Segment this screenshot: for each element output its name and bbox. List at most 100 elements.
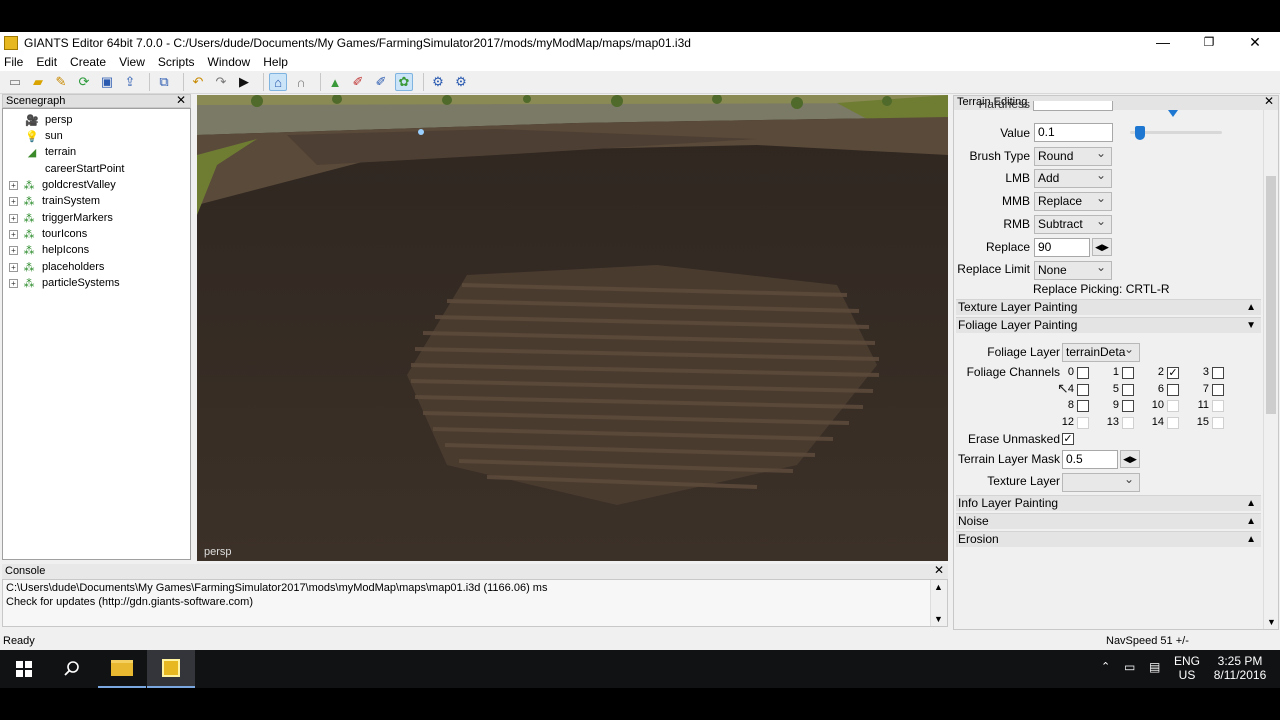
undo-icon[interactable]: ↶ — [189, 73, 207, 91]
foliage-channel-checkbox[interactable] — [1167, 400, 1179, 412]
refresh-icon[interactable]: ⟳ — [75, 73, 93, 91]
replace-spin-icon[interactable]: ◀▶ — [1092, 238, 1112, 256]
hardness-field[interactable] — [1033, 101, 1113, 111]
magnet-icon[interactable]: ∩ — [292, 73, 310, 91]
save-icon[interactable]: ▣ — [98, 73, 116, 91]
section-texture-layer-painting[interactable]: Texture Layer Painting ▲ — [956, 299, 1261, 315]
tree-item-placeholders[interactable]: + ⁂ placeholders — [9, 259, 104, 275]
terrain-panel-scrollbar[interactable]: ▼ — [1263, 110, 1278, 629]
value-slider-thumb[interactable] — [1134, 126, 1145, 140]
menu-help[interactable]: Help — [263, 55, 288, 69]
foliage-channel-checkbox[interactable] — [1122, 416, 1134, 429]
terrain-sculpt-icon[interactable]: ▲ — [326, 73, 344, 91]
tree-item-trainsystem[interactable]: + ⁂ trainSystem — [9, 193, 100, 209]
mmb-select[interactable]: Replace — [1034, 192, 1112, 211]
search-icon[interactable] — [48, 650, 96, 688]
expand-icon[interactable]: + — [9, 245, 18, 255]
foliage-channel-checkbox[interactable] — [1122, 400, 1134, 412]
scrollbar-thumb[interactable] — [1266, 176, 1276, 414]
clock[interactable]: 3:25 PM 8/11/2016 — [1208, 654, 1272, 682]
terrain-edit-icon[interactable]: ✿ — [395, 73, 413, 91]
expand-icon[interactable]: + — [9, 278, 18, 288]
console-close-icon[interactable]: ✕ — [934, 563, 944, 577]
scenegraph-close-icon[interactable]: ✕ — [176, 94, 186, 106]
foliage-channel-checkbox[interactable] — [1077, 416, 1089, 429]
section-info-layer-painting[interactable]: Info Layer Painting ▲ — [956, 495, 1261, 511]
value-field[interactable]: 0.1 — [1034, 123, 1113, 142]
console-output[interactable]: C:\Users\dude\Documents\My Games\Farming… — [2, 579, 948, 627]
menu-create[interactable]: Create — [70, 55, 106, 69]
edit-file-icon[interactable]: ✎ — [52, 73, 70, 91]
tree-item-helpicons[interactable]: + ⁂ helpIcons — [9, 242, 89, 258]
foliage-channel-checkbox[interactable] — [1212, 383, 1224, 396]
copy-icon[interactable]: ⧉ — [155, 73, 173, 91]
notification-icon[interactable]: ▤ — [1149, 660, 1160, 674]
lmb-select[interactable]: Add — [1034, 169, 1112, 188]
section-foliage-layer-painting[interactable]: Foliage Layer Painting ▼ — [956, 317, 1261, 333]
rmb-select[interactable]: Subtract — [1034, 215, 1112, 234]
export-icon[interactable]: ⇪ — [121, 73, 139, 91]
terrain-paint-icon[interactable]: ✐ — [349, 73, 367, 91]
foliage-channel-checkbox[interactable] — [1212, 367, 1224, 379]
expand-icon[interactable]: + — [9, 180, 18, 190]
foliage-channel-checkbox[interactable]: ✓ — [1167, 367, 1179, 379]
section-noise[interactable]: Noise ▲ — [956, 513, 1261, 529]
3d-viewport[interactable]: persp — [197, 95, 948, 561]
open-folder-icon[interactable]: ▰ — [29, 73, 47, 91]
foliage-channel-checkbox[interactable] — [1122, 367, 1134, 379]
replace-field[interactable]: 90 — [1034, 238, 1090, 257]
expand-icon[interactable]: + — [9, 262, 18, 272]
terrain-editing-close-icon[interactable]: ✕ — [1264, 95, 1274, 107]
menu-file[interactable]: File — [4, 55, 23, 69]
language-indicator[interactable]: ENG US — [1172, 654, 1202, 682]
home-camera-icon[interactable]: ⌂ — [269, 73, 287, 91]
file-explorer-icon[interactable] — [98, 650, 146, 688]
scenegraph-tree[interactable]: 🎥 persp 💡 sun ◢ terrain careerStartPoint… — [2, 108, 191, 560]
foliage-channel-checkbox[interactable] — [1077, 367, 1089, 379]
terrain-foliage-icon[interactable]: ✐ — [372, 73, 390, 91]
tree-item-sun[interactable]: 💡 sun — [25, 128, 63, 144]
foliage-channel-checkbox[interactable] — [1122, 383, 1134, 396]
menu-view[interactable]: View — [119, 55, 145, 69]
foliage-channel-checkbox[interactable] — [1167, 383, 1179, 396]
scroll-up-icon[interactable]: ▲ — [934, 582, 943, 592]
maximize-button[interactable]: ❐ — [1186, 32, 1232, 53]
texture-layer-select[interactable] — [1062, 473, 1140, 492]
title-bar[interactable]: GIANTS Editor 64bit 7.0.0 - C:/Users/dud… — [0, 32, 1280, 53]
foliage-channel-checkbox[interactable] — [1077, 383, 1089, 396]
menu-scripts[interactable]: Scripts — [158, 55, 195, 69]
tray-chevron-icon[interactable]: ⌃ — [1101, 660, 1110, 673]
foliage-channel-checkbox[interactable] — [1212, 400, 1224, 412]
tree-item-goldcrestvalley[interactable]: + ⁂ goldcrestValley — [9, 177, 116, 193]
menu-window[interactable]: Window — [208, 55, 251, 69]
replace-limit-select[interactable]: None — [1034, 261, 1112, 280]
foliage-layer-select[interactable]: terrainDeta — [1062, 343, 1140, 362]
giants-editor-taskbar-icon[interactable] — [147, 650, 195, 688]
foliage-channel-checkbox[interactable] — [1167, 416, 1179, 429]
settings-gear-icon[interactable]: ⚙ — [429, 73, 447, 91]
tools-gear-icon[interactable]: ⚙ — [452, 73, 470, 91]
expand-icon[interactable]: + — [9, 213, 18, 223]
tree-item-particlesystems[interactable]: + ⁂ particleSystems — [9, 275, 120, 291]
console-scrollbar[interactable]: ▲ ▼ — [930, 580, 947, 626]
close-button[interactable]: ✕ — [1232, 32, 1278, 53]
brush-type-select[interactable]: Round — [1034, 147, 1112, 166]
menu-edit[interactable]: Edit — [36, 55, 57, 69]
expand-icon[interactable]: + — [9, 229, 18, 239]
redo-icon[interactable]: ↷ — [212, 73, 230, 91]
windows-start-icon[interactable] — [0, 650, 48, 688]
terrain-layer-mask-field[interactable]: 0.5 — [1062, 450, 1118, 469]
hardness-slider-thumb[interactable] — [1168, 110, 1178, 117]
minimize-button[interactable]: — — [1140, 32, 1186, 53]
foliage-channel-checkbox[interactable] — [1212, 416, 1224, 429]
network-icon[interactable]: ▭ — [1124, 660, 1135, 674]
scroll-down-icon[interactable]: ▼ — [934, 614, 943, 624]
scroll-down-icon[interactable]: ▼ — [1267, 617, 1276, 627]
tree-item-careerstartpoint[interactable]: careerStartPoint — [45, 161, 124, 177]
terrain-layer-mask-spin-icon[interactable]: ◀▶ — [1120, 450, 1140, 468]
tree-item-touricons[interactable]: + ⁂ tourIcons — [9, 226, 87, 242]
foliage-channel-checkbox[interactable] — [1077, 400, 1089, 412]
expand-icon[interactable]: + — [9, 196, 18, 206]
tree-item-triggermarkers[interactable]: + ⁂ triggerMarkers — [9, 210, 113, 226]
tree-item-terrain[interactable]: ◢ terrain — [25, 144, 76, 160]
